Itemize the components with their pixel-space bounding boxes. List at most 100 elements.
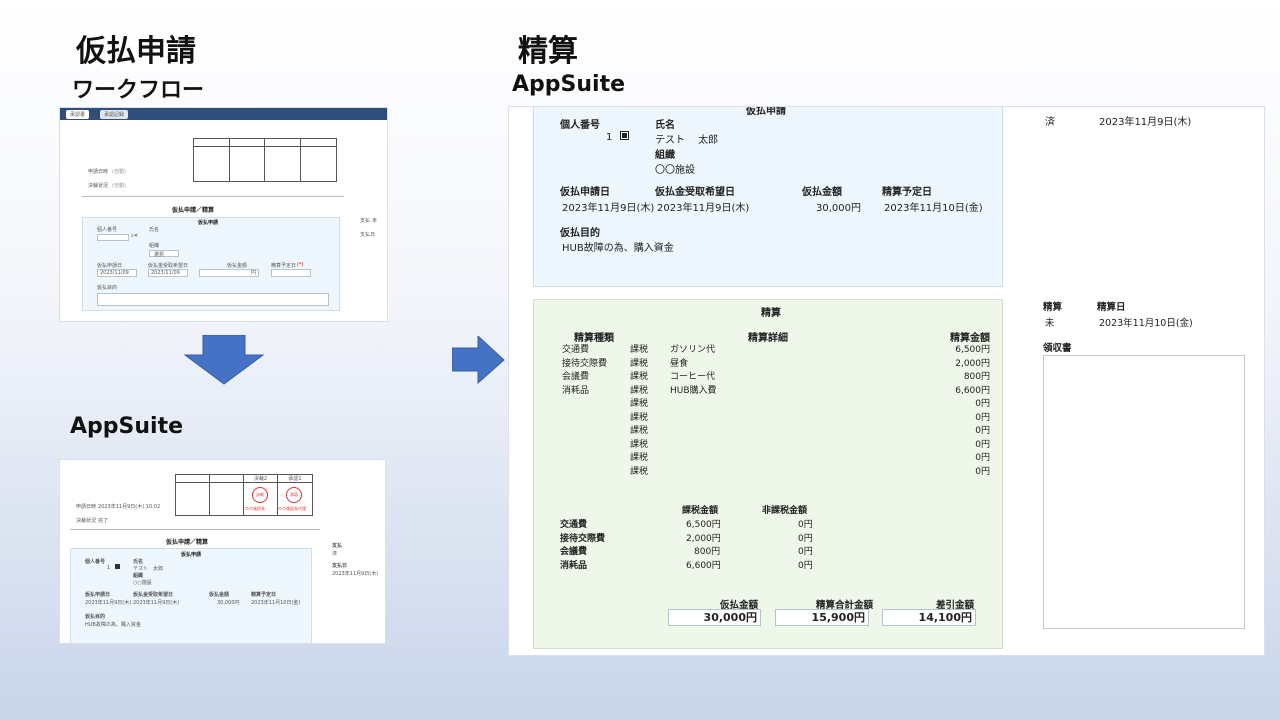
search-icon[interactable]: ⌕✕ [131,233,138,239]
appsuite-settlement-screenshot: 仮払申請 個人番号 1 氏名 テスト 太郎 組織 〇〇施設 仮払申請日 2023… [508,106,1265,656]
status-label: 決裁状況 [88,183,109,189]
plan-value: 2023年11月10日(金) [251,600,301,606]
settlement-title: 精算 [761,308,781,319]
stamp-grid [193,138,337,182]
row-tax: 課税 [630,412,649,423]
status-label: 決裁状況 [76,518,97,524]
plan-label: 精算予定日 [882,187,932,198]
amount-label: 仮払金額 [209,592,230,598]
amount-unit: 円 [251,270,257,276]
plan-input[interactable] [271,269,311,277]
amount-label: 仮払金額 [227,263,248,269]
side-pay-date-label: 支払日 [332,563,348,569]
divider [82,196,344,197]
person-value: 1 [107,565,111,571]
side-settle-date-label: 精算日 [1097,302,1126,313]
plan-value: 2023年11月10日(金) [884,203,983,214]
sum-tax: 6,600円 [686,560,721,571]
stamp-cell-1: 決裁 ＯＯ施設長 [244,483,278,515]
hope-label: 仮払金受取希望日 [655,187,735,198]
hope-input[interactable]: 2023/11/09 [148,269,188,277]
row-tax: 課税 [630,345,649,355]
apply-date-label: 申請日時 [76,504,97,510]
seal-stamp-2: 承認 [286,487,302,503]
org-label: 組織 [133,573,144,579]
row-tax: 課税 [630,439,649,450]
advance-result-form: 仮払申請 個人番号 1 氏名 テスト 太郎 組織 ○○施設 仮払申請日 2023… [70,548,312,643]
row-amount: 0円 [975,466,990,477]
status-value: (自動) [112,183,126,189]
org-label: 組織 [149,243,160,249]
purpose-input[interactable] [97,293,329,306]
row-detail: 昼食 [670,358,689,369]
person-input[interactable] [97,234,129,241]
row-amount: 6,500円 [955,345,990,355]
row-tax: 課税 [630,372,649,382]
apply-date-label: 申請日時 [88,169,109,175]
lookup-icon[interactable] [620,131,629,140]
row-tax: 課税 [630,426,649,436]
tab-approval-log[interactable]: 承認記録 [100,110,129,119]
purpose-value: HUB故障の為、購入資金 [85,622,141,628]
left-main-title: 仮払申請 [76,34,196,69]
apply-day-label: 仮払申請日 [560,187,610,198]
row-detail: HUB購入費 [670,385,717,396]
apply-day-value: 2023年11月9日(木) [85,600,132,606]
total-settle-value: 15,900円 [775,609,869,626]
section-title: 仮払申請／精算 [166,539,209,546]
amount-label: 仮払金額 [802,187,842,198]
advance-panel-title: 仮払申請 [746,106,786,117]
row-detail: ガソリン代 [670,345,716,355]
org-value: 〇〇施設 [655,165,695,176]
stamp-header-1: 決裁2 [244,475,278,483]
row-tax: 課税 [630,385,649,396]
row-amount: 0円 [975,412,990,423]
sum-kind: 接待交際費 [560,533,606,544]
purpose-label: 仮払目的 [85,614,106,620]
apply-day-input[interactable]: 2023/11/09 [97,269,137,277]
side-settle-value: 未 [1045,318,1055,329]
sum-nontax: 0円 [798,560,813,571]
name-label: 氏名 [149,227,160,233]
purpose-label: 仮払目的 [97,285,118,291]
purpose-label: 仮払目的 [560,228,600,239]
sum-col-nontax: 非課税金額 [762,506,808,516]
name-label: 氏名 [655,120,675,131]
sum-tax: 2,000円 [686,533,721,544]
side-pay-value: 済 [332,551,338,557]
amount-input[interactable] [199,269,259,277]
person-value: 1 [606,132,613,143]
apply-day-label: 仮払申請日 [85,592,111,598]
settlement-panel: 精算 精算種類 精算詳細 精算金額 交通費 課税 ガソリン代 6,500円 接待… [533,299,1003,649]
apply-day-label: 仮払申請日 [97,263,123,269]
row-amount: 0円 [975,439,990,450]
org-select[interactable]: 選択 [149,250,179,258]
row-amount: 0円 [975,426,990,436]
amount-value: 30,000円 [816,203,861,214]
apply-date-value: 2023年11月9日(木) 10:02 [98,504,161,510]
org-value: ○○施設 [133,580,152,586]
row-kind: 接待交際費 [562,358,608,369]
side-pay-date-label: 支払日 [360,232,376,238]
row-amount: 6,600円 [955,385,990,396]
right-main-title: 精算 [518,34,578,69]
name-value: テスト 太郎 [133,566,164,572]
divider [70,529,320,530]
col-detail: 精算詳細 [748,333,788,344]
tab-approval-doc[interactable]: 承認書 [66,110,90,119]
lookup-icon[interactable] [115,564,120,569]
hope-label: 仮払金受取希望日 [148,263,189,269]
sum-kind: 交通費 [560,520,588,530]
person-label: 個人番号 [85,559,106,565]
appsuite-small-screenshot: 決裁2 承認1 決裁 ＯＯ施設長 承認 ＯＯ施設長代理 申請日時 2023年11… [59,459,386,644]
required-mark: (*) [297,262,304,268]
total-advance-value: 30,000円 [668,609,761,626]
row-kind: 交通費 [562,345,590,355]
row-kind: 消耗品 [562,385,590,396]
person-label: 個人番号 [97,227,118,233]
side-settle-label: 精算 [1043,302,1063,313]
org-label: 組織 [655,150,675,161]
receipt-area[interactable] [1043,355,1245,629]
plan-label: 精算予定日 [251,592,277,598]
name-label: 氏名 [133,559,144,565]
